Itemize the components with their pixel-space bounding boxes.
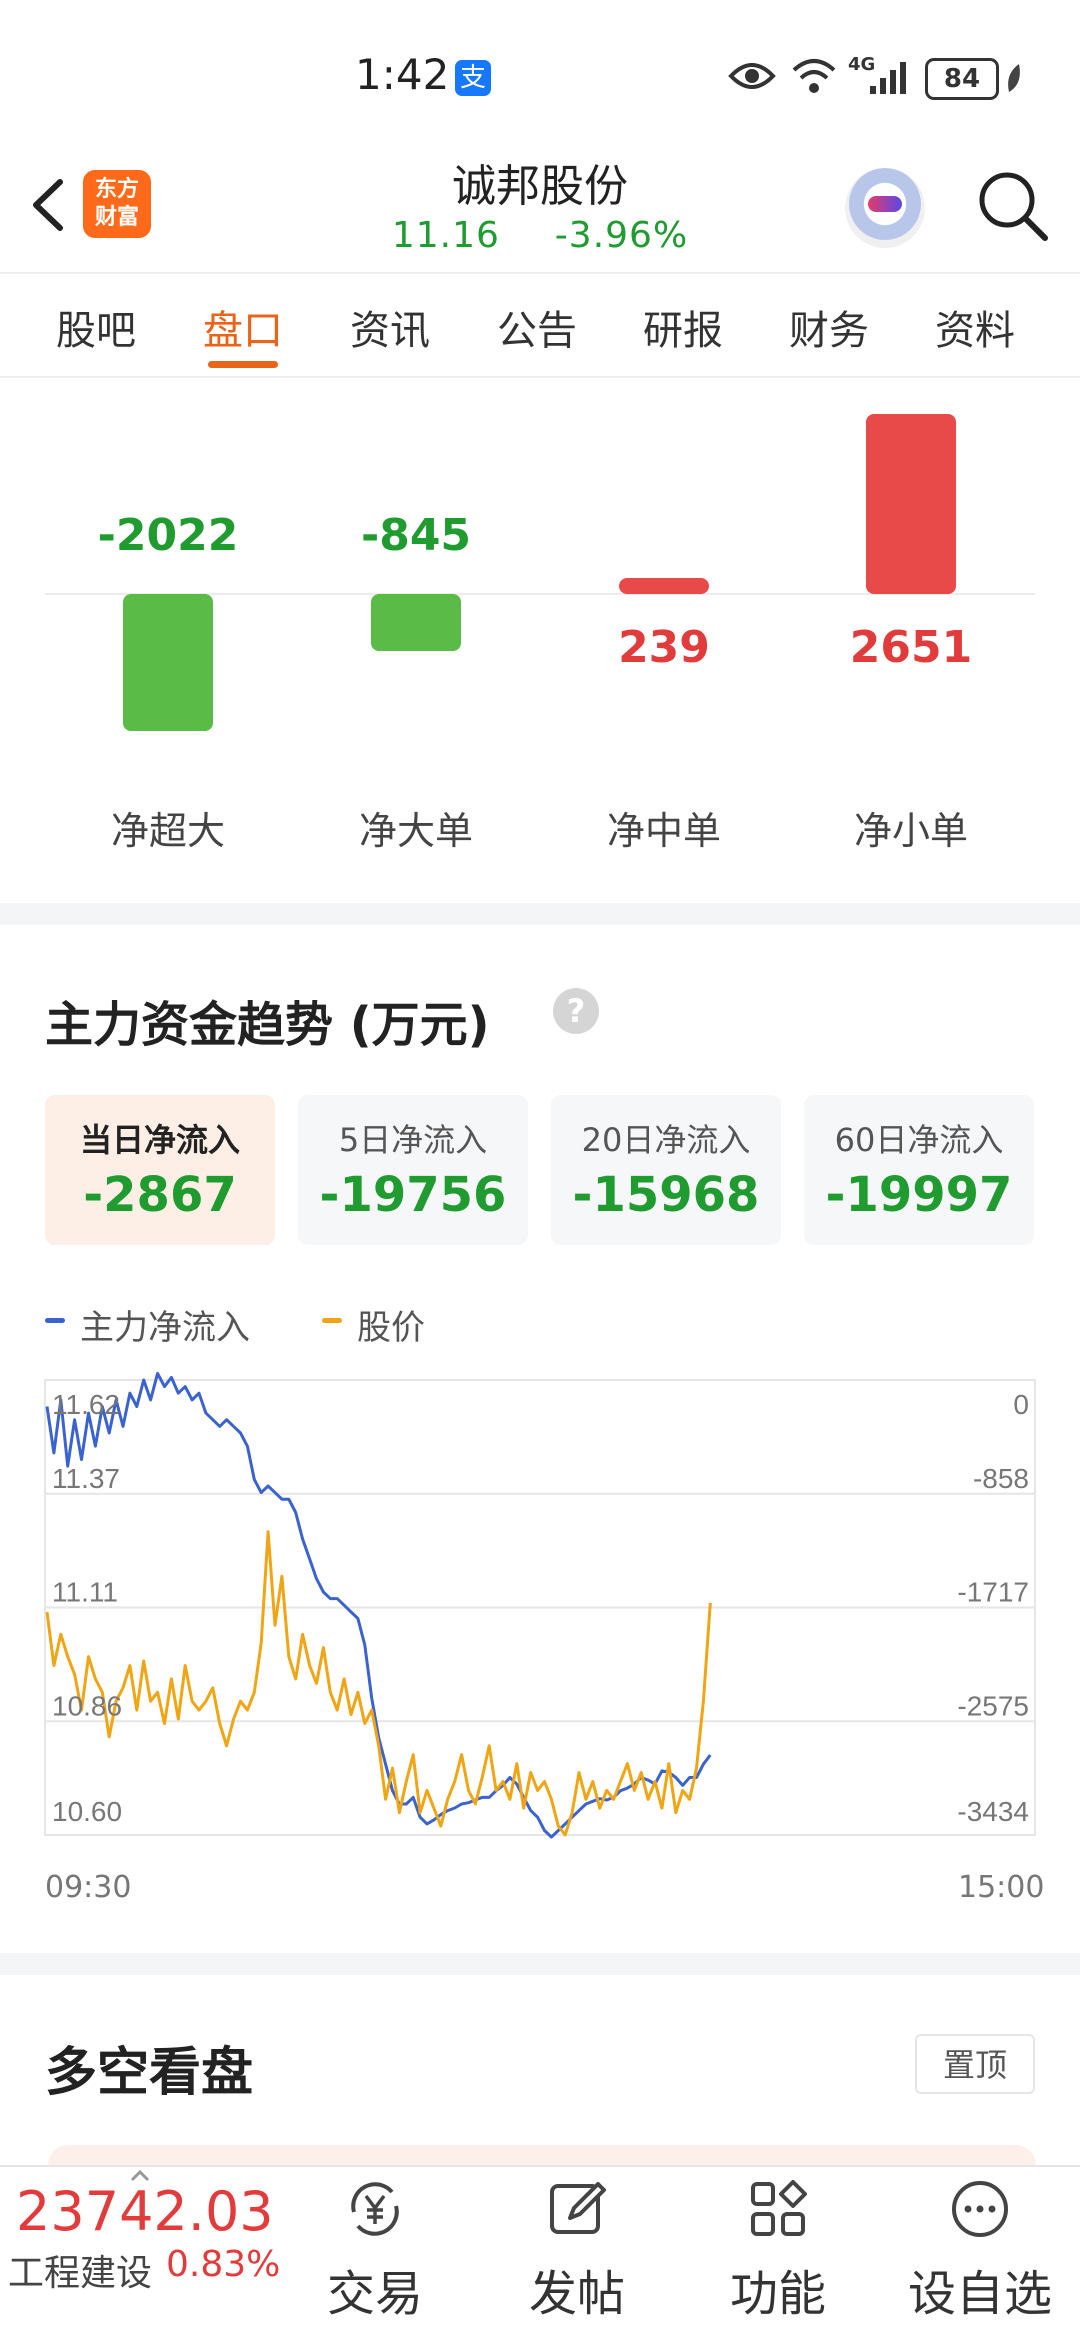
flow-label: 净小单 (853, 809, 968, 853)
stock-change-pct: -3.96% (554, 215, 689, 256)
long-short-title: 多空看盘 (45, 2043, 254, 2103)
right-tick-label: -858 (973, 1463, 1029, 1494)
period-label: 20日净流入 (581, 1121, 751, 1159)
logo-line1: 东方 (94, 177, 139, 202)
more-icon (952, 2181, 1008, 2237)
nav-label: 功能 (729, 2266, 826, 2322)
x-start-label: 09:30 (45, 1870, 132, 1905)
period-value: -15968 (572, 1167, 760, 1223)
period-value: -2867 (83, 1167, 237, 1223)
right-tick-label: -3434 (957, 1796, 1029, 1827)
flow-label: 净中单 (606, 809, 721, 853)
main-flow-trend-chart: 11.62 11.37 11.11 10.86 10.60 0 -858 -1717 -2575… (44, 1371, 1036, 1839)
flow-bar (371, 594, 461, 652)
series-line-price (45, 1530, 712, 1837)
signal-icon (870, 62, 906, 94)
battery-icon: 84 (925, 58, 999, 100)
logo-line2: 财富 (94, 205, 139, 230)
left-tick-label: 10.86 (52, 1690, 122, 1721)
pin-top-button[interactable]: 置顶 (915, 2034, 1035, 2094)
flow-value: -845 (360, 510, 472, 561)
series-line-main-flow (45, 1371, 712, 1839)
right-tick-label: 0 (1013, 1389, 1029, 1420)
period-card-60d[interactable]: 60日净流入 -19997 (804, 1095, 1034, 1245)
header-divider (0, 272, 1080, 274)
legend-swatch-price (322, 1318, 342, 1323)
robot-visor (868, 196, 902, 212)
tab-research[interactable]: 研报 (643, 298, 723, 356)
nav-add-watchlist[interactable]: 设自选 (905, 2170, 1055, 2335)
status-time: 1:42 (355, 50, 450, 99)
sector-index-pct[interactable]: 0.83% (166, 2244, 280, 2285)
tab-finance[interactable]: 财务 (789, 298, 869, 356)
section-gap (0, 1953, 1080, 1975)
nav-trade[interactable]: 交易 (300, 2170, 450, 2335)
left-tick-label: 11.62 (52, 1389, 120, 1420)
nav-label: 交易 (326, 2266, 423, 2322)
section-gap (0, 903, 1080, 925)
period-value: -19997 (825, 1167, 1013, 1223)
back-icon[interactable] (22, 170, 82, 240)
flow-bar (123, 594, 213, 732)
tabs-divider (0, 376, 1080, 378)
tab-announcements[interactable]: 公告 (497, 298, 577, 356)
wifi-icon (792, 59, 836, 93)
legend-price: 股价 (357, 1308, 425, 1348)
flow-value: 2651 (849, 622, 973, 673)
nav-functions[interactable]: 功能 (703, 2170, 853, 2335)
search-icon[interactable] (975, 168, 1051, 244)
period-card-today[interactable]: 当日净流入 -2867 (45, 1095, 275, 1245)
period-label: 5日净流入 (338, 1121, 488, 1159)
nav-label: 设自选 (907, 2266, 1052, 2322)
yen-refresh-icon (351, 2182, 399, 2236)
leaf-icon (1008, 64, 1020, 92)
period-label: 60日净流入 (834, 1121, 1004, 1159)
grid-icon (751, 2180, 807, 2236)
right-tick-label: -2575 (957, 1690, 1029, 1721)
active-tab-indicator (208, 361, 278, 368)
edit-icon (550, 2182, 606, 2234)
legend-swatch-flow (45, 1318, 65, 1323)
flow-value: -2022 (97, 510, 239, 561)
left-tick-label: 11.37 (52, 1463, 120, 1494)
x-end-label: 15:00 (958, 1870, 1045, 1905)
tab-profile[interactable]: 资料 (935, 298, 1015, 356)
eastmoney-logo: 东方 财富 (83, 170, 151, 238)
right-tick-label: -1717 (957, 1577, 1029, 1608)
period-card-20d[interactable]: 20日净流入 -15968 (551, 1095, 781, 1245)
left-tick-label: 10.60 (52, 1796, 122, 1827)
flow-value: 239 (618, 622, 710, 673)
stock-price-line: 11.16 -3.96% (340, 215, 740, 256)
alipay-icon: 支 (455, 60, 491, 96)
eye-icon (728, 63, 776, 89)
tab-news[interactable]: 资讯 (350, 298, 430, 356)
flow-label: 净大单 (358, 809, 473, 853)
tab-guba[interactable]: 股吧 (56, 298, 136, 356)
stock-name: 诚邦股份 (452, 161, 628, 212)
flow-bar (866, 414, 956, 594)
period-label: 当日净流入 (79, 1121, 240, 1159)
period-value: -19756 (319, 1167, 507, 1223)
question-icon[interactable]: ? (553, 988, 599, 1034)
flow-label: 净超大 (110, 809, 225, 853)
tab-pankou[interactable]: 盘口 (203, 298, 283, 356)
nav-post[interactable]: 发帖 (502, 2170, 652, 2335)
legend-flow: 主力净流入 (80, 1308, 250, 1348)
flow-bar (619, 577, 709, 594)
sector-index-value[interactable]: 23742.03 (16, 2180, 274, 2243)
main-trend-title: 主力资金趋势 (万元) (45, 997, 490, 1053)
nav-label: 发帖 (528, 2266, 625, 2322)
sector-index-name[interactable]: 工程建设 (8, 2244, 152, 2296)
stock-price: 11.16 (391, 215, 500, 256)
period-card-5d[interactable]: 5日净流入 -19756 (298, 1095, 528, 1245)
left-tick-label: 11.11 (52, 1577, 118, 1608)
